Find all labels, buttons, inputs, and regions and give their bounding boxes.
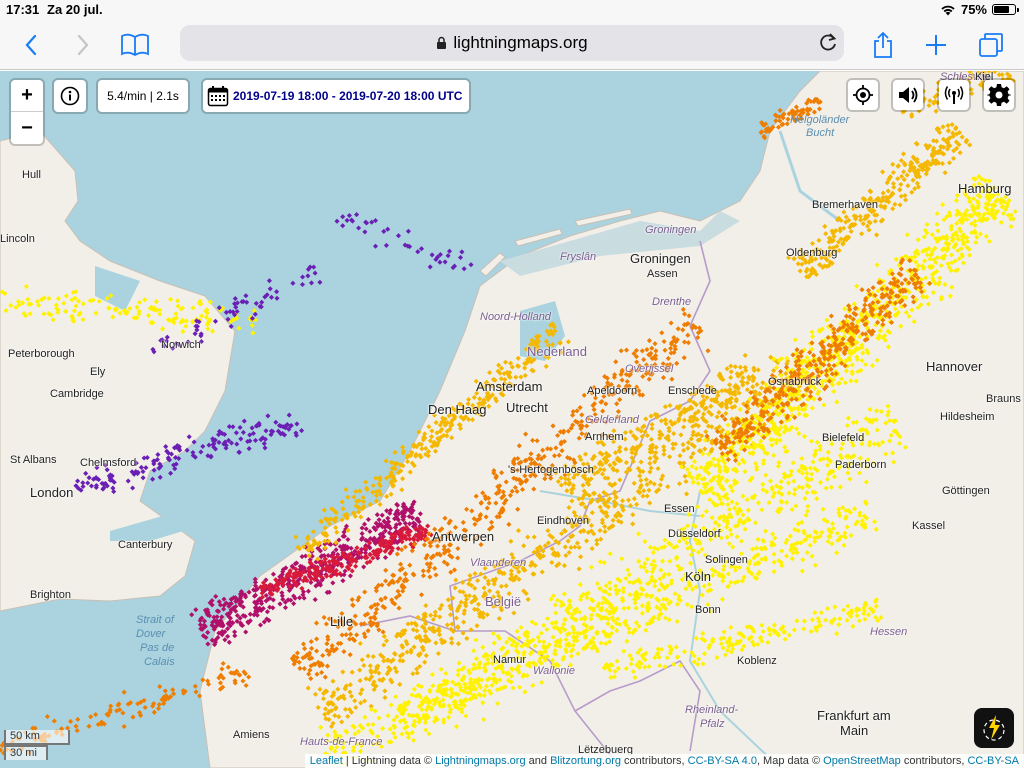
back-chevron-icon[interactable]: [14, 28, 48, 62]
battery-level: [994, 6, 1009, 13]
status-time: 17:31: [6, 2, 40, 17]
tabs-icon[interactable]: [974, 28, 1008, 62]
reload-icon[interactable]: [818, 30, 838, 59]
forward-chevron-icon[interactable]: [66, 28, 100, 62]
wifi-icon: [941, 5, 955, 15]
battery-percent: 75%: [960, 2, 987, 17]
url-text: lightningmaps.org: [453, 33, 588, 52]
share-icon[interactable]: [866, 28, 900, 62]
browser-toolbar: lightningmaps.org: [0, 20, 1024, 70]
new-tab-icon[interactable]: [919, 28, 953, 62]
status-right: 75%: [940, 2, 1019, 17]
bookmarks-icon[interactable]: [118, 28, 152, 62]
lock-icon: [437, 36, 447, 49]
status-date: Za 20 jul.: [47, 2, 103, 17]
address-bar[interactable]: lightningmaps.org: [180, 25, 844, 61]
lightning-map[interactable]: Hull Lincoln Peterborough Norwich Ely Ca…: [0, 71, 1024, 768]
battery-icon: [992, 4, 1019, 15]
status-bar: 17:31 Za 20 jul. 75%: [0, 0, 1024, 20]
